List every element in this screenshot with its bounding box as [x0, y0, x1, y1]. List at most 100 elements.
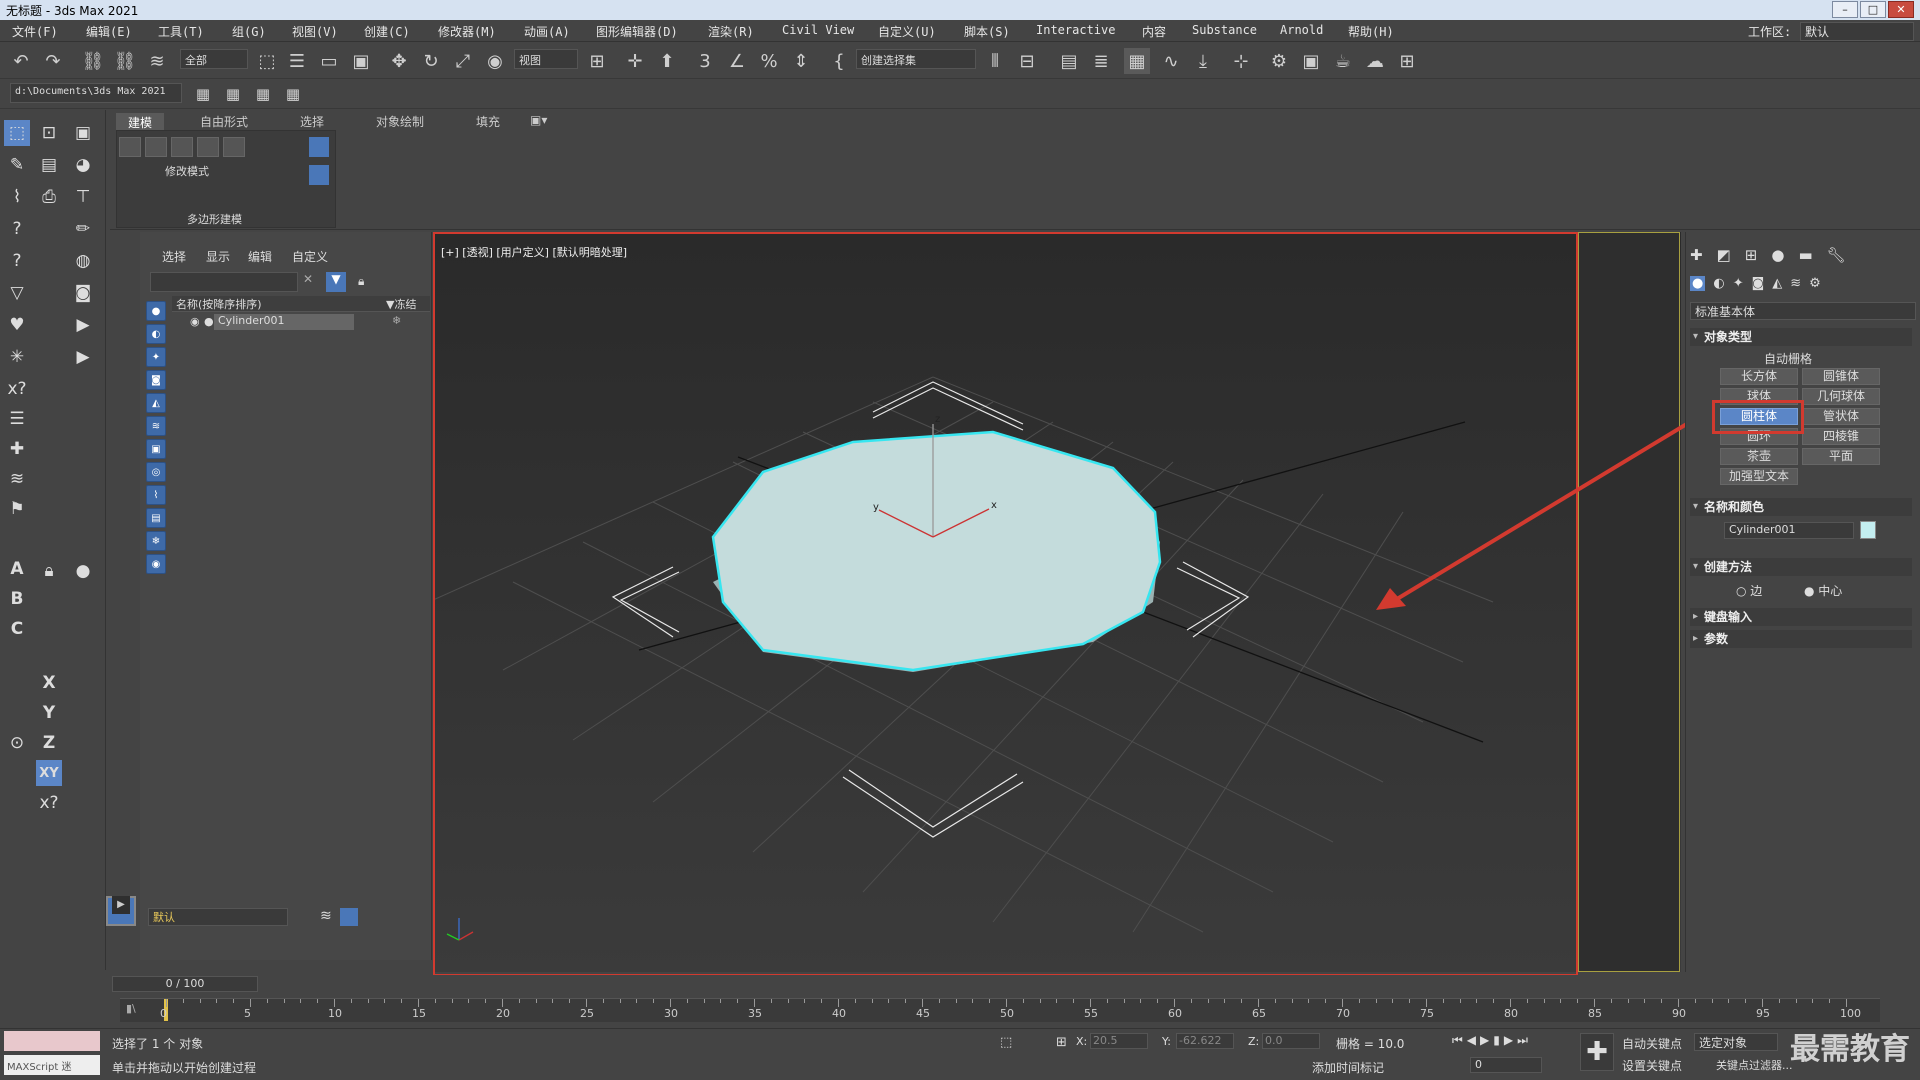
image-icon[interactable]: ▣ — [70, 120, 96, 146]
menu-civil-view[interactable]: Civil View — [782, 23, 854, 37]
x-coord-field[interactable]: 20.5 — [1090, 1033, 1148, 1049]
stack-icon[interactable]: ≋ — [4, 466, 30, 492]
tab-populate[interactable]: 填充 — [476, 113, 500, 130]
layer-explorer-icon[interactable]: ≣ — [1088, 48, 1114, 74]
helpers-category-icon[interactable]: ◭ — [1772, 276, 1782, 291]
menu-content[interactable]: 内容 — [1142, 23, 1166, 40]
poly-modeling-dropdown[interactable]: 多边形建模 — [187, 211, 242, 227]
edit-named-sets-icon[interactable]: { — [826, 48, 852, 74]
angle-snap-icon[interactable]: ∠ — [724, 48, 750, 74]
keyboard-shortcut-icon[interactable]: ⬆ — [654, 48, 680, 74]
print-icon[interactable]: ⎙ — [36, 184, 62, 210]
layer-toggle-icon[interactable]: ≋ — [320, 908, 332, 924]
rollout-parameters[interactable]: 参数 — [1690, 630, 1912, 648]
align-icon[interactable]: ⊟ — [1014, 48, 1040, 74]
flag-icon[interactable]: ⚑ — [4, 496, 30, 522]
brush-icon[interactable]: ♥ — [4, 312, 30, 338]
window-crossing-icon[interactable]: ▣ — [348, 48, 374, 74]
spacewarps-category-icon[interactable]: ≋ — [1790, 276, 1801, 291]
filter-spacewarps-icon[interactable]: ≋ — [146, 416, 166, 436]
clear-search-icon[interactable]: ✕ — [303, 272, 313, 286]
render-setup-icon[interactable]: ⚙ — [1266, 48, 1292, 74]
render-icon[interactable]: ☕ — [1330, 48, 1356, 74]
filter-containers-icon[interactable]: ▤ — [146, 508, 166, 528]
modify-tab-icon[interactable]: ◩ — [1717, 246, 1731, 264]
motion-tab-icon[interactable]: ● — [1771, 246, 1784, 264]
display-tab-icon[interactable]: ▬ — [1798, 246, 1812, 264]
shapes-category-icon[interactable]: ◐ — [1713, 276, 1724, 291]
menu-arnold[interactable]: Arnold — [1280, 23, 1323, 37]
hierarchy-tab-icon[interactable]: ⊞ — [1745, 246, 1758, 264]
create-selection-icon[interactable]: ⊡ — [36, 120, 62, 146]
xform-icon[interactable]: x? — [4, 376, 30, 402]
z-coord-field[interactable]: 0.0 — [1262, 1033, 1320, 1049]
pivot-icon[interactable]: ⊞ — [584, 48, 610, 74]
menu-file[interactable]: 文件(F) — [12, 23, 58, 40]
axis-z-icon[interactable]: Z — [36, 730, 62, 756]
object-color-swatch[interactable] — [1860, 521, 1876, 539]
lock-icon[interactable]: 🔒︎ — [358, 274, 364, 289]
scene-tab-select[interactable]: 选择 — [162, 248, 186, 265]
tool-icon[interactable]: ▤ — [36, 152, 62, 178]
menu-modifiers[interactable]: 修改器(M) — [438, 23, 496, 40]
scale-icon[interactable]: ⤢ — [450, 48, 476, 74]
selection-filter-dropdown[interactable]: 全部 — [180, 49, 248, 69]
curve-icon[interactable]: ? — [4, 216, 30, 242]
tab-object-paint[interactable]: 对象绘制 — [376, 113, 424, 130]
tab-selection[interactable]: 选择 — [300, 113, 324, 130]
scene-tab-customize[interactable]: 自定义 — [292, 248, 328, 265]
rollout-name-color[interactable]: 名称和颜色 — [1690, 498, 1912, 516]
lasso-icon[interactable]: ✎ — [4, 152, 30, 178]
curve-editor-icon[interactable]: ∿ — [1158, 48, 1184, 74]
filter-icon[interactable]: ▼ — [326, 272, 346, 292]
systems-category-icon[interactable]: ⚙ — [1809, 276, 1821, 291]
play-icon[interactable]: ▶ — [70, 312, 96, 338]
film-icon[interactable]: ▶ — [70, 344, 96, 370]
ribbon-side-icon-2[interactable] — [309, 165, 329, 185]
category-dropdown[interactable]: 标准基本体 — [1690, 302, 1916, 320]
element-mode-icon[interactable] — [223, 137, 245, 157]
cylinder-object[interactable] — [711, 430, 1162, 672]
dotted-circle-icon[interactable]: ⊙ — [4, 730, 30, 756]
column-name-header[interactable]: 名称(按降序排序) — [176, 296, 262, 312]
auto-key-button[interactable]: 自动关键点 — [1622, 1035, 1682, 1052]
material-editor-icon[interactable]: ⊹ — [1228, 48, 1254, 74]
rollout-object-type[interactable]: 对象类型 — [1690, 328, 1912, 346]
link-icon[interactable]: ⛓ — [80, 48, 106, 74]
table-row[interactable]: ◉ ● Cylinder001 ❄ — [172, 314, 430, 330]
rollout-creation-method[interactable]: 创建方法 — [1690, 558, 1912, 576]
playback-controls[interactable]: ⏮◀▶▮▶⏭ — [1452, 1033, 1532, 1048]
paint-icon[interactable]: ◕ — [70, 152, 96, 178]
menu-edit[interactable]: 编辑(E) — [86, 23, 132, 40]
utilities-tab-icon[interactable]: 🔧︎ — [1827, 246, 1846, 264]
scene-explorer-toggle-icon[interactable]: ▤ — [1056, 48, 1082, 74]
geometry-category-icon[interactable]: ● — [1690, 276, 1706, 291]
filter-groups-icon[interactable]: ▣ — [146, 439, 166, 459]
polygon-mode-icon[interactable] — [197, 137, 219, 157]
text-a-icon[interactable]: A — [4, 556, 30, 582]
timeline-track[interactable]: 0 5 10 15 20 25 30 35 40 45 50 55 60 65 70 75 80 85 90 95 10… — [120, 998, 1880, 1022]
object-name[interactable]: Cylinder001 — [214, 314, 354, 330]
time-slider-handle[interactable]: 0 / 100 — [112, 976, 258, 992]
layer-dropdown[interactable]: 默认 — [148, 908, 288, 926]
sphere-pin-icon[interactable]: ◍ — [70, 248, 96, 274]
spinner-snap-icon[interactable]: ⇕ — [788, 48, 814, 74]
undo-icon[interactable]: ↶ — [8, 48, 34, 74]
tube-button[interactable]: 管状体 — [1802, 408, 1880, 425]
filter-bones-icon[interactable]: ⌇ — [146, 485, 166, 505]
curve-toggle-icon[interactable]: ▮\ — [126, 1002, 136, 1015]
plane-button[interactable]: 平面 — [1802, 448, 1880, 465]
filter-helpers-icon[interactable]: ◭ — [146, 393, 166, 413]
select-object-icon[interactable]: ⬚ — [254, 48, 280, 74]
project-open-icon[interactable]: ▦ — [220, 81, 246, 107]
visibility-eye-icon[interactable]: ◉ — [190, 315, 200, 328]
placement-icon[interactable]: ◉ — [482, 48, 508, 74]
pyramid-button[interactable]: 四棱锥 — [1802, 428, 1880, 445]
set-key-button[interactable]: 设置关键点 — [1622, 1057, 1682, 1074]
ribbon-side-icon[interactable] — [309, 137, 329, 157]
select-icon[interactable]: ⬚ — [4, 120, 30, 146]
autogrid-checkbox[interactable]: 自动栅格 — [1764, 350, 1812, 367]
column-frozen-header[interactable]: ▼冻结 — [386, 296, 416, 312]
polygon-select-icon[interactable]: ▽ — [4, 280, 30, 306]
minimize-button[interactable]: – — [1832, 1, 1858, 18]
